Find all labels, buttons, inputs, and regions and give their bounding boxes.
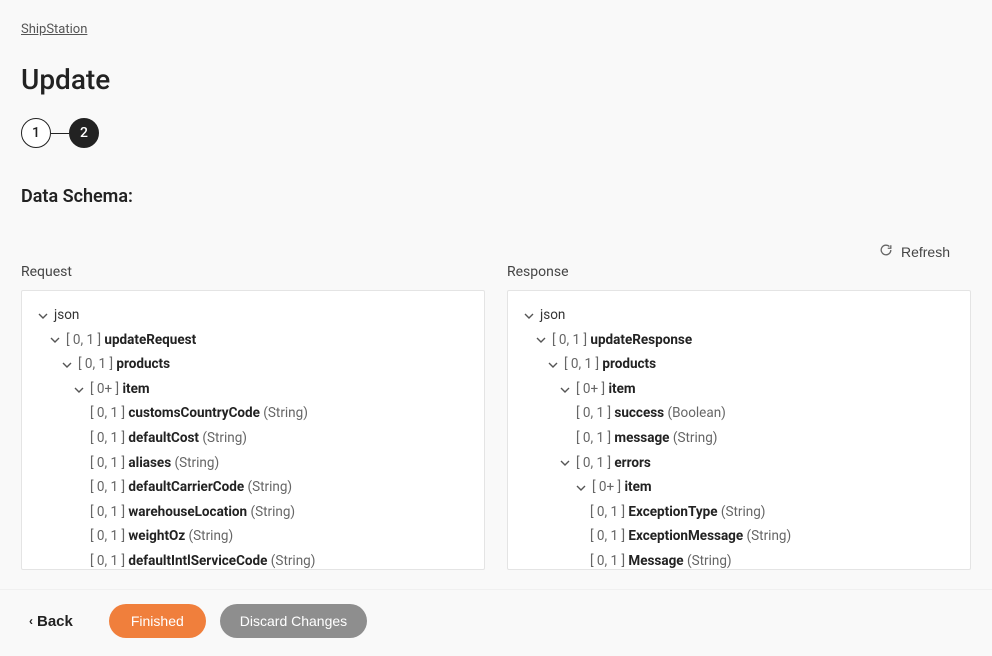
chevron-down-icon[interactable] [50, 335, 60, 345]
chevron-down-icon[interactable] [38, 311, 48, 321]
chevron-down-icon[interactable] [560, 385, 570, 395]
tree-row-text: [ 0, 1 ] customsCountryCode (String) [90, 403, 308, 425]
tree-row-text: [ 0, 1 ] aliases (String) [90, 453, 219, 475]
tree-row-text: [ 0, 1 ] ExceptionMessage (String) [590, 526, 791, 548]
tree-row: [ 0, 1 ] customsCountryCode (String) [38, 403, 468, 425]
response-tree: json [ 0, 1 ] updateResponse[ 0, 1 ] prod… [524, 305, 954, 570]
discard-button[interactable]: Discard Changes [220, 604, 367, 638]
refresh-icon [879, 243, 893, 260]
request-panel-label: Request [21, 264, 485, 280]
tree-row-text: [ 0, 1 ] ExceptionType (String) [590, 502, 766, 524]
chevron-down-icon[interactable] [536, 335, 546, 345]
tree-row[interactable]: [ 0, 1 ] updateResponse [524, 330, 954, 352]
footer: ‹ Back Finished Discard Changes [0, 589, 992, 656]
tree-row[interactable]: [ 0+ ] item [524, 379, 954, 401]
tree-row-text: [ 0, 1 ] products [78, 354, 170, 376]
chevron-down-icon[interactable] [62, 360, 72, 370]
tree-row: [ 0, 1 ] aliases (String) [38, 453, 468, 475]
chevron-down-icon[interactable] [576, 483, 586, 493]
step-indicator: 1 2 [21, 118, 971, 148]
step-2[interactable]: 2 [69, 118, 99, 148]
tree-row-text: [ 0, 1 ] Message (String) [590, 551, 732, 570]
refresh-label: Refresh [901, 244, 950, 260]
tree-row: [ 0, 1 ] defaultCost (String) [38, 428, 468, 450]
tree-row-text: [ 0+ ] item [90, 379, 150, 401]
page-title: Update [21, 63, 971, 96]
tree-row[interactable]: json [524, 305, 954, 327]
tree-row: [ 0, 1 ] weightOz (String) [38, 526, 468, 548]
tree-row: [ 0, 1 ] warehouseLocation (String) [38, 502, 468, 524]
tree-row-text: [ 0, 1 ] updateResponse [552, 330, 692, 352]
tree-row-text: [ 0+ ] item [592, 477, 652, 499]
tree-row-text: [ 0, 1 ] success (Boolean) [576, 403, 726, 425]
tree-row-text: [ 0, 1 ] defaultCost (String) [90, 428, 247, 450]
tree-row-text: [ 0, 1 ] products [564, 354, 656, 376]
tree-row-text: [ 0, 1 ] defaultCarrierCode (String) [90, 477, 292, 499]
tree-row: [ 0, 1 ] ExceptionMessage (String) [524, 526, 954, 548]
response-panel-label: Response [507, 264, 971, 280]
tree-row: [ 0, 1 ] Message (String) [524, 551, 954, 570]
tree-row[interactable]: [ 0, 1 ] products [38, 354, 468, 376]
tree-row[interactable]: [ 0, 1 ] products [524, 354, 954, 376]
tree-row[interactable]: [ 0, 1 ] updateRequest [38, 330, 468, 352]
tree-row-text: [ 0, 1 ] warehouseLocation (String) [90, 502, 295, 524]
tree-row-text: [ 0, 1 ] weightOz (String) [90, 526, 233, 548]
tree-row-text: [ 0+ ] item [576, 379, 636, 401]
tree-row: [ 0, 1 ] defaultIntlServiceCode (String) [38, 551, 468, 570]
tree-row-text: json [540, 305, 565, 327]
back-button-label: Back [37, 613, 73, 630]
tree-row[interactable]: [ 0+ ] item [38, 379, 468, 401]
finished-button[interactable]: Finished [109, 604, 206, 638]
chevron-down-icon[interactable] [74, 385, 84, 395]
request-tree: json [ 0, 1 ] updateRequest[ 0, 1 ] produ… [38, 305, 468, 570]
refresh-button[interactable]: Refresh [879, 243, 950, 260]
tree-row[interactable]: [ 0, 1 ] errors [524, 453, 954, 475]
tree-row[interactable]: [ 0+ ] item [524, 477, 954, 499]
tree-row: [ 0, 1 ] message (String) [524, 428, 954, 450]
tree-row[interactable]: json [38, 305, 468, 327]
tree-row-text: [ 0, 1 ] defaultIntlServiceCode (String) [90, 551, 315, 570]
chevron-down-icon[interactable] [560, 458, 570, 468]
tree-row-text: [ 0, 1 ] message (String) [576, 428, 717, 450]
chevron-down-icon[interactable] [524, 311, 534, 321]
step-1[interactable]: 1 [21, 118, 51, 148]
back-button[interactable]: ‹ Back [21, 607, 81, 636]
chevron-left-icon: ‹ [29, 614, 33, 628]
tree-row: [ 0, 1 ] ExceptionType (String) [524, 502, 954, 524]
tree-row-text: [ 0, 1 ] errors [576, 453, 651, 475]
step-connector [51, 133, 69, 134]
request-panel: json [ 0, 1 ] updateRequest[ 0, 1 ] produ… [21, 290, 485, 570]
chevron-down-icon[interactable] [548, 360, 558, 370]
response-panel: json [ 0, 1 ] updateResponse[ 0, 1 ] prod… [507, 290, 971, 570]
breadcrumb-link[interactable]: ShipStation [21, 22, 87, 37]
tree-row-text: [ 0, 1 ] updateRequest [66, 330, 196, 352]
section-title: Data Schema: [21, 186, 971, 207]
tree-row: [ 0, 1 ] defaultCarrierCode (String) [38, 477, 468, 499]
tree-row: [ 0, 1 ] success (Boolean) [524, 403, 954, 425]
tree-row-text: json [54, 305, 79, 327]
